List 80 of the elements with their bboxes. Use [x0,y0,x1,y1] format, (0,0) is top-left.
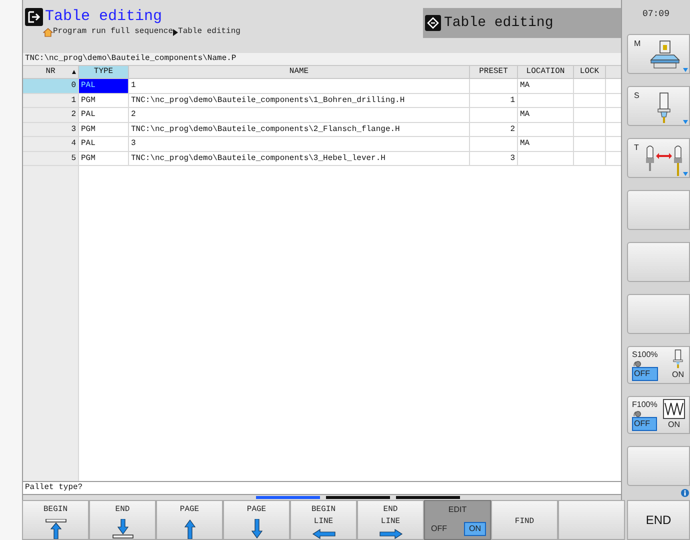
axis-softkey-button[interactable]: T [627,138,690,178]
column-header[interactable]: LOCATION [518,66,574,78]
off-label[interactable]: OFF [632,367,658,381]
blank-softkey-button[interactable] [627,242,690,282]
override-panel: F100% OFF ON [627,396,690,434]
softkey-button[interactable]: BEGIN [22,500,89,540]
dropdown-arrow-icon [683,120,688,124]
axis-softkey-button[interactable]: S [627,86,690,126]
override-panel: S100% OFF ON [627,346,690,384]
arrow-left-icon [312,529,336,539]
window-title: Table editing [45,9,162,25]
table-cell[interactable]: TNC:\nc_prog\demo\Bauteile_components\1_Bohren_drilling.H [129,94,470,107]
softkey-button[interactable]: FIND [491,500,558,540]
table-cell[interactable]: 0 [23,79,79,92]
breadcrumb-link[interactable]: Program run full sequence [53,26,174,38]
table-cell[interactable]: 5 [23,152,79,165]
softkey-button[interactable]: END [89,500,156,540]
table-cell[interactable]: 4 [23,137,79,150]
table-cell[interactable]: 3 [23,122,79,136]
softkey-button[interactable]: BEGIN LINE [290,500,357,540]
table-cell[interactable]: PAL [79,137,129,150]
dropdown-arrow-icon [683,172,688,176]
table-cell[interactable]: TNC:\nc_prog\demo\Bauteile_components\3_Hebel_lever.H [129,152,470,165]
softkey-button[interactable]: PAGE [223,500,290,540]
arrow-down-to-line-icon [112,519,134,539]
tool-change-icon [644,144,684,178]
table-cell[interactable]: 3 [129,137,470,150]
table-cell[interactable]: PGM [79,94,129,107]
dial-icon [632,361,644,367]
breadcrumb-link[interactable]: Table editing [178,26,240,38]
dropdown-arrow-icon [683,68,688,72]
table-cell[interactable]: MA [518,79,574,92]
zigzag-graph-icon [663,399,685,419]
edit-toggle-button[interactable]: EDIT OFF ON [424,500,491,540]
blank-softkey-button[interactable] [627,446,690,486]
column-header[interactable]: PRESET [470,66,518,78]
table-cell[interactable]: MA [518,137,574,150]
table-cell[interactable]: 2 [23,108,79,122]
off-label: OFF [430,523,448,535]
column-header[interactable]: TYPE [79,66,129,78]
column-header[interactable]: LOCK [574,66,606,78]
blank-softkey-button[interactable] [627,190,690,230]
softkey-button[interactable] [558,500,625,540]
dial-icon [632,411,644,417]
mode-title: Table editing [444,14,554,32]
axis-softkey-button[interactable]: M [627,34,690,74]
exit-icon [25,8,43,26]
on-label: ON [464,522,486,536]
home-icon [43,28,53,36]
softkey-button[interactable]: PAGE [156,500,223,540]
spindle-icon [672,349,684,369]
blank-softkey-button[interactable] [627,294,690,334]
info-icon [681,489,689,497]
softkey-button[interactable]: END LINE [357,500,424,540]
spindle-icon [656,92,672,124]
table-cell[interactable]: PGM [79,122,129,136]
table-cell[interactable]: TNC:\nc_prog\demo\Bauteile_components\2_Flansch_flange.H [129,122,470,136]
on-label[interactable]: ON [671,369,685,381]
breadcrumb-arrow-icon [173,28,178,36]
table-cell[interactable]: 2 [129,108,470,122]
machine-table-icon [648,40,682,70]
clock: 07:09 [641,8,670,22]
on-label[interactable]: ON [667,419,681,431]
file-path: TNC:\nc_prog\demo\Bauteile_components\Name.P [23,53,621,65]
table-cell[interactable]: PAL [79,79,129,92]
arrow-right-icon [378,529,402,539]
arrow-down-icon [250,519,262,539]
column-header[interactable]: NAME [129,66,470,78]
table-cell[interactable]: 1 [129,79,470,92]
end-button[interactable]: END [627,500,690,540]
table-cell[interactable]: MA [518,108,574,122]
table-cell[interactable]: PGM [79,152,129,165]
table-cell[interactable]: PAL [79,108,129,122]
table-cell[interactable]: 1 [23,94,79,107]
sort-arrow-icon [72,70,76,74]
off-label[interactable]: OFF [632,417,658,431]
diamond-icon [425,15,441,31]
arrow-up-to-line-icon [44,519,66,539]
status-line: Pallet type? [23,481,621,495]
arrow-up-icon [184,519,196,539]
